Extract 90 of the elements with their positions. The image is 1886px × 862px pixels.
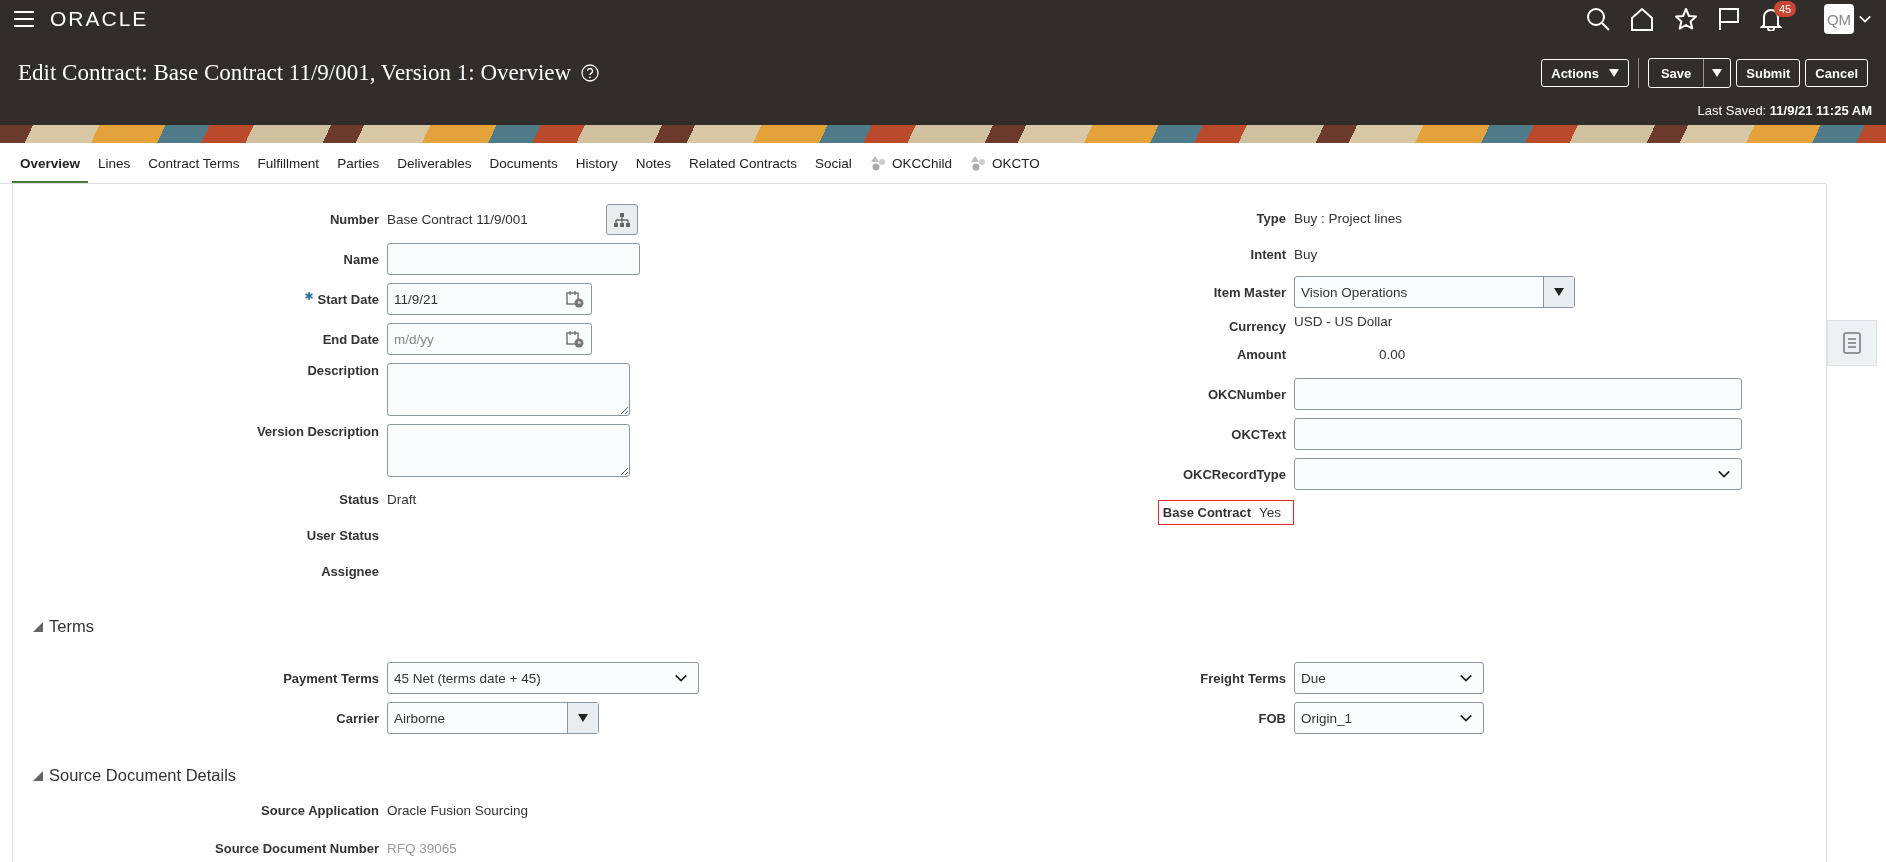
dropdown[interactable]: Origin_1: [1294, 702, 1484, 734]
hierarchy-icon: [613, 212, 630, 227]
section-title: Source Document Details: [49, 766, 237, 785]
tab[interactable]: OKCChild: [861, 155, 960, 183]
tab[interactable]: Parties: [329, 156, 388, 183]
calendar-icon[interactable]: [566, 330, 584, 348]
hierarchy-button[interactable]: [605, 204, 638, 235]
star-icon[interactable]: [1674, 7, 1698, 31]
tab[interactable]: Documents: [481, 156, 566, 183]
tab[interactable]: Social: [807, 156, 860, 183]
tab[interactable]: History: [567, 156, 626, 183]
field-label: Number: [328, 212, 380, 227]
field-label: Assignee: [320, 563, 380, 579]
field-label: OKCText: [1230, 426, 1287, 442]
amount-value: 0.00: [1379, 346, 1406, 362]
caret-icon: [578, 714, 588, 722]
input-field[interactable]: [387, 243, 640, 275]
tab[interactable]: Contract Terms: [140, 156, 248, 183]
field-label: Type: [1255, 210, 1287, 226]
logo[interactable]: ORACLE: [50, 7, 149, 31]
input-field[interactable]: [1294, 418, 1742, 450]
toolbar-button[interactable]: Cancel: [1805, 59, 1868, 87]
field-label: End Date: [321, 331, 380, 347]
field-label: Currency: [1227, 318, 1287, 334]
shapes-icon: [969, 155, 986, 171]
dropdown[interactable]: Due: [1294, 662, 1484, 694]
field-label: Payment Terms: [282, 670, 380, 686]
field-label: Version Description: [255, 424, 380, 439]
menu-icon[interactable]: [14, 11, 34, 27]
dropdown[interactable]: [1294, 458, 1742, 490]
field-label: Intent: [1249, 246, 1287, 262]
caret-icon: [1554, 288, 1564, 296]
field-value: USD - US Dollar: [1294, 313, 1393, 329]
tab[interactable]: Deliverables: [389, 156, 480, 183]
user-avatar[interactable]: QM: [1824, 4, 1854, 34]
side-panel-button[interactable]: [1827, 320, 1877, 366]
caret-icon: [1712, 69, 1723, 77]
field-label: OKCRecordType: [1181, 466, 1287, 482]
text-area[interactable]: [387, 424, 630, 477]
section-title: Terms: [49, 617, 94, 636]
field-label: Status: [338, 491, 380, 507]
field-label: OKCNumber: [1207, 386, 1287, 402]
tab[interactable]: Fulfillment: [249, 156, 328, 183]
notification-badge: 45: [1774, 1, 1797, 17]
collapse-triangle-icon[interactable]: [33, 770, 43, 781]
field-label: Name: [342, 251, 380, 267]
page-title: Edit Contract: Base Contract 11/9/001, Version 1: Overview: [18, 60, 572, 86]
combo-box[interactable]: Airborne: [387, 702, 599, 734]
toolbar-button[interactable]: Submit: [1736, 59, 1801, 87]
field-value: Buy : Project lines: [1294, 210, 1403, 226]
field-value: Yes: [1258, 504, 1281, 520]
last-saved-label: Last Saved:: [1697, 103, 1767, 118]
date-field[interactable]: 11/9/21: [387, 283, 592, 315]
tab[interactable]: Overview: [12, 156, 89, 183]
text-area[interactable]: [387, 363, 630, 416]
collapse-triangle-icon[interactable]: [33, 621, 43, 632]
field-label: Carrier: [335, 710, 380, 726]
field-label: Start Date: [13, 291, 387, 307]
field-label: Source Application: [260, 802, 380, 818]
date-field[interactable]: m/d/yy: [387, 323, 592, 355]
input-field[interactable]: [1294, 378, 1742, 410]
field-label: Freight Terms: [1199, 670, 1287, 686]
field-label: Description: [306, 363, 380, 378]
field-label: Source Document Number: [214, 840, 380, 856]
field-label: User Status: [305, 527, 380, 543]
tab[interactable]: Lines: [90, 156, 139, 183]
tab[interactable]: OKCTO: [961, 155, 1048, 183]
field-value: Draft: [387, 491, 417, 507]
home-icon[interactable]: [1630, 7, 1654, 31]
field-value: Oracle Fusion Sourcing: [387, 802, 529, 818]
dropdown[interactable]: 45 Net (terms date + 45): [387, 662, 699, 694]
field-label: Item Master: [1212, 284, 1287, 300]
last-saved-time: 11/9/21 11:25 AM: [1769, 103, 1872, 118]
field-label: Base Contract: [1162, 504, 1252, 520]
shapes-icon: [869, 155, 886, 171]
combo-box[interactable]: Vision Operations: [1294, 276, 1575, 308]
field-value: Buy: [1294, 246, 1318, 262]
actions-menu-button[interactable]: Actions: [1541, 59, 1629, 87]
field-label: Amount: [1235, 346, 1287, 362]
calendar-icon[interactable]: [566, 290, 584, 308]
caret-icon: [1608, 69, 1619, 77]
tab[interactable]: Related Contracts: [681, 156, 806, 183]
field-label: FOB: [1257, 710, 1287, 726]
flag-icon[interactable]: [1718, 7, 1740, 31]
field-value: RFQ 39065: [387, 840, 457, 856]
help-icon[interactable]: [581, 64, 600, 82]
search-icon[interactable]: [1586, 7, 1610, 31]
field-value: Base Contract 11/9/001: [387, 212, 528, 227]
tab[interactable]: Notes: [627, 156, 680, 183]
document-icon: [1843, 332, 1861, 354]
